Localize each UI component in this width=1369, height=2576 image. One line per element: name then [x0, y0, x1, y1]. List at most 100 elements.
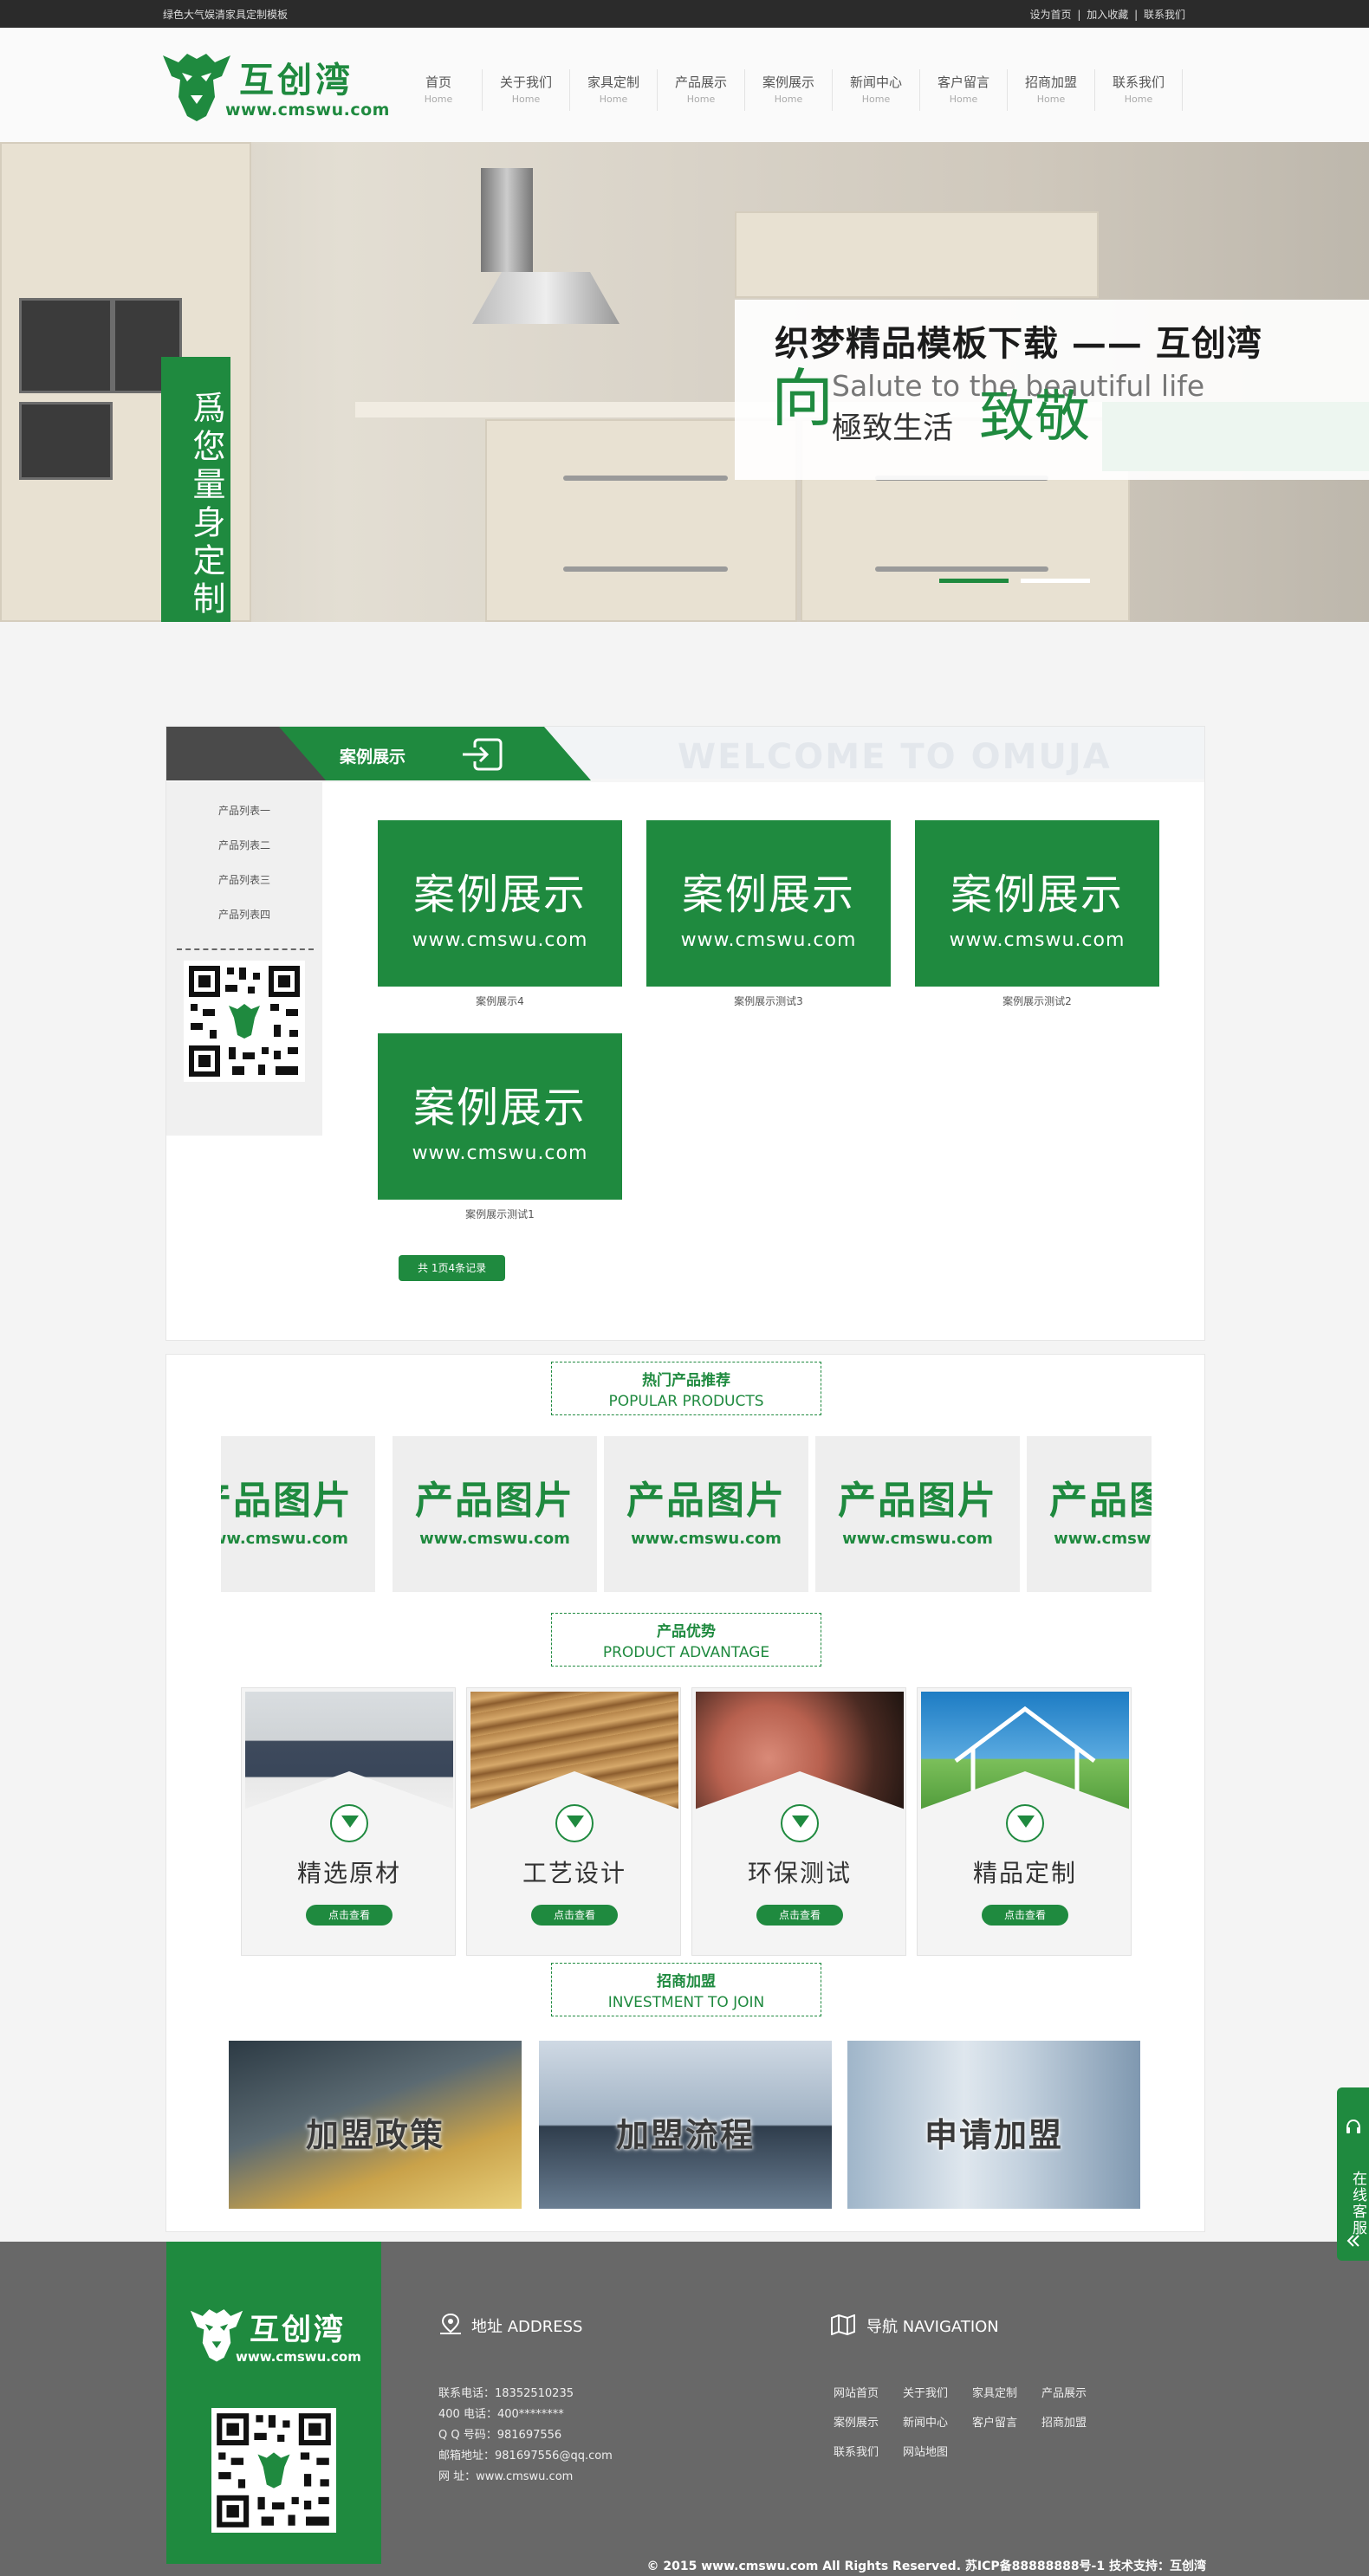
advantage-card[interactable]: 环保测试 点击查看 [691, 1687, 906, 1956]
chevron-down-icon [330, 1804, 368, 1842]
nav-item-contact[interactable]: 联系我们 Home [1095, 69, 1183, 111]
chevron-down-icon [1006, 1804, 1044, 1842]
join-card-apply[interactable]: 申请加盟 [847, 2041, 1140, 2209]
nav-label: 联系我们 [1112, 74, 1165, 90]
case-card[interactable]: 案例展示 www.cmswu.com 案例展示测试2 [915, 820, 1159, 1008]
case-card[interactable]: 案例展示 www.cmswu.com 案例展示测试1 [378, 1033, 622, 1221]
separator: | [1134, 9, 1139, 21]
nav-item-franchise[interactable]: 招商加盟 Home [1008, 69, 1095, 111]
banner-cabinet-handle [563, 566, 728, 572]
view-more-button[interactable]: 点击查看 [982, 1905, 1068, 1926]
sidebar-item-product-list-4[interactable]: 产品列表四 [166, 907, 322, 922]
nav-item-news[interactable]: 新闻中心 Home [833, 69, 920, 111]
sidebar-item-product-list-3[interactable]: 产品列表三 [166, 872, 322, 887]
product-card[interactable]: 产品图片 www.cmswu.com [221, 1436, 375, 1592]
sidebar-item-product-list-1[interactable]: 产品列表一 [166, 803, 322, 818]
banner-cabinet-handle [563, 476, 728, 481]
logo-title: 互创湾 [239, 61, 354, 100]
case-card[interactable]: 案例展示 www.cmswu.com 案例展示4 [378, 820, 622, 1008]
pagination-summary[interactable]: 共 1页4条记录 [399, 1255, 506, 1281]
case-card-image-url: www.cmswu.com [412, 1142, 588, 1164]
advantage-card[interactable]: 精选原材 点击查看 [241, 1687, 456, 1956]
join-card-label: 加盟流程 [615, 2116, 755, 2154]
product-card[interactable]: 产品图片 www.cmswu.com [815, 1436, 1020, 1592]
nav-sublabel: Home [774, 94, 803, 105]
join-card-policy[interactable]: 加盟政策 [229, 2041, 522, 2209]
footer-link-franchise[interactable]: 招商加盟 [1041, 2413, 1087, 2430]
sidebar-divider [177, 948, 314, 950]
banner-headline: 织梦精品模板下载 —— 互创湾 [775, 323, 1262, 364]
location-pin-icon [440, 2313, 461, 2334]
nav-sublabel: Home [424, 94, 453, 105]
product-card-url: www.cmswu.com [1054, 1530, 1152, 1548]
nav-item-messages[interactable]: 客户留言 Home [920, 69, 1008, 111]
footer-link-messages[interactable]: 客户留言 [972, 2413, 1017, 2430]
advantage-name: 环保测试 [747, 1859, 852, 1887]
product-card-title: 产品图片 [1049, 1479, 1152, 1523]
login-arrow-icon[interactable] [459, 737, 504, 772]
section-title-investment: 招商加盟 INVESTMENT TO JOIN [551, 1963, 821, 2016]
footer-link-contact[interactable]: 联系我们 [834, 2443, 879, 2459]
product-card[interactable]: 产品图片 www.cmswu.com [604, 1436, 808, 1592]
case-card-image-url: www.cmswu.com [412, 929, 588, 951]
online-service-label: 在线客服 [1349, 2171, 1366, 2236]
case-card-image-title: 案例展示 [412, 1084, 587, 1132]
footer-link-sitemap[interactable]: 网站地图 [903, 2443, 948, 2459]
banner-range-hood [472, 272, 620, 324]
footer-link-home[interactable]: 网站首页 [834, 2384, 879, 2400]
nav-sublabel: Home [1124, 94, 1153, 105]
footer-logo-url: www.cmswu.com [236, 2349, 361, 2365]
product-card[interactable]: 产品图片 www.cmswu.com [1027, 1436, 1152, 1592]
advantage-card[interactable]: 工艺设计 点击查看 [466, 1687, 681, 1956]
nav-label: 案例展示 [762, 74, 814, 90]
nav-label: 客户留言 [937, 74, 989, 90]
footer-brand-panel: 互创湾 www.cmswu.com [166, 2242, 381, 2564]
nav-item-about[interactable]: 关于我们 Home [483, 69, 570, 111]
nav-item-custom-furniture[interactable]: 家具定制 Home [570, 69, 658, 111]
contact-us-link[interactable]: 联系我们 [1144, 9, 1185, 21]
advantage-card[interactable]: 精品定制 点击查看 [917, 1687, 1132, 1956]
nav-item-home[interactable]: 首页 Home [395, 69, 483, 111]
nav-sublabel: Home [511, 94, 541, 105]
online-service-button[interactable]: 在线客服 [1337, 2087, 1369, 2261]
footer-link-products[interactable]: 产品展示 [1041, 2384, 1087, 2400]
site-logo[interactable]: 互创湾 www.cmswu.com [161, 47, 395, 126]
product-card[interactable]: 产品图片 www.cmswu.com [393, 1436, 597, 1592]
view-more-button[interactable]: 点击查看 [756, 1905, 843, 1926]
case-card-caption: 案例展示4 [476, 995, 524, 1007]
nav-item-products[interactable]: 产品展示 Home [658, 69, 745, 111]
join-card-process[interactable]: 加盟流程 [539, 2041, 832, 2209]
case-header-green-tab [279, 727, 591, 780]
case-card-image-title: 案例展示 [412, 871, 587, 919]
view-more-button[interactable]: 点击查看 [306, 1905, 393, 1926]
product-card-title: 产品图片 [221, 1479, 353, 1523]
footer-link-about[interactable]: 关于我们 [903, 2384, 948, 2400]
banner-pagination [939, 579, 1090, 583]
product-carousel: 产品图片 www.cmswu.com 产品图片 www.cmswu.com 产品图片… [221, 1436, 1152, 1592]
footer-link-custom[interactable]: 家具定制 [972, 2384, 1017, 2400]
headset-icon [1346, 2119, 1360, 2133]
banner-dot-1[interactable] [939, 579, 1009, 583]
footer-link-news[interactable]: 新闻中心 [903, 2413, 948, 2430]
banner-vertical-slogan: 爲您量身定制 [161, 357, 230, 622]
add-favorite-link[interactable]: 加入收藏 [1087, 9, 1128, 21]
sidebar-item-product-list-2[interactable]: 产品列表二 [166, 838, 322, 852]
chevron-down-icon [781, 1804, 819, 1842]
banner-oven [19, 298, 113, 393]
footer-link-cases[interactable]: 案例展示 [834, 2413, 879, 2430]
banner-dot-2[interactable] [1021, 579, 1090, 583]
product-card-url: www.cmswu.com [221, 1530, 348, 1548]
nav-label: 产品展示 [674, 74, 727, 90]
view-more-button[interactable]: 点击查看 [531, 1905, 618, 1926]
case-card[interactable]: 案例展示 www.cmswu.com 案例展示测试3 [646, 820, 891, 1008]
nav-item-cases[interactable]: 案例展示 Home [745, 69, 833, 111]
advantage-name: 精选原材 [296, 1859, 401, 1887]
section-title-en: PRODUCT ADVANTAGE [602, 1644, 770, 1661]
advantage-name: 精品定制 [972, 1859, 1077, 1887]
set-homepage-link[interactable]: 设为首页 [1030, 9, 1072, 21]
banner-char-xiang: 向 [771, 362, 834, 435]
qr-code-icon [211, 2408, 336, 2533]
case-card-image-title: 案例展示 [681, 871, 855, 919]
footer-qq: Q Q 号码：981697556 [438, 2429, 562, 2442]
section-title-en: POPULAR PRODUCTS [608, 1393, 764, 1410]
